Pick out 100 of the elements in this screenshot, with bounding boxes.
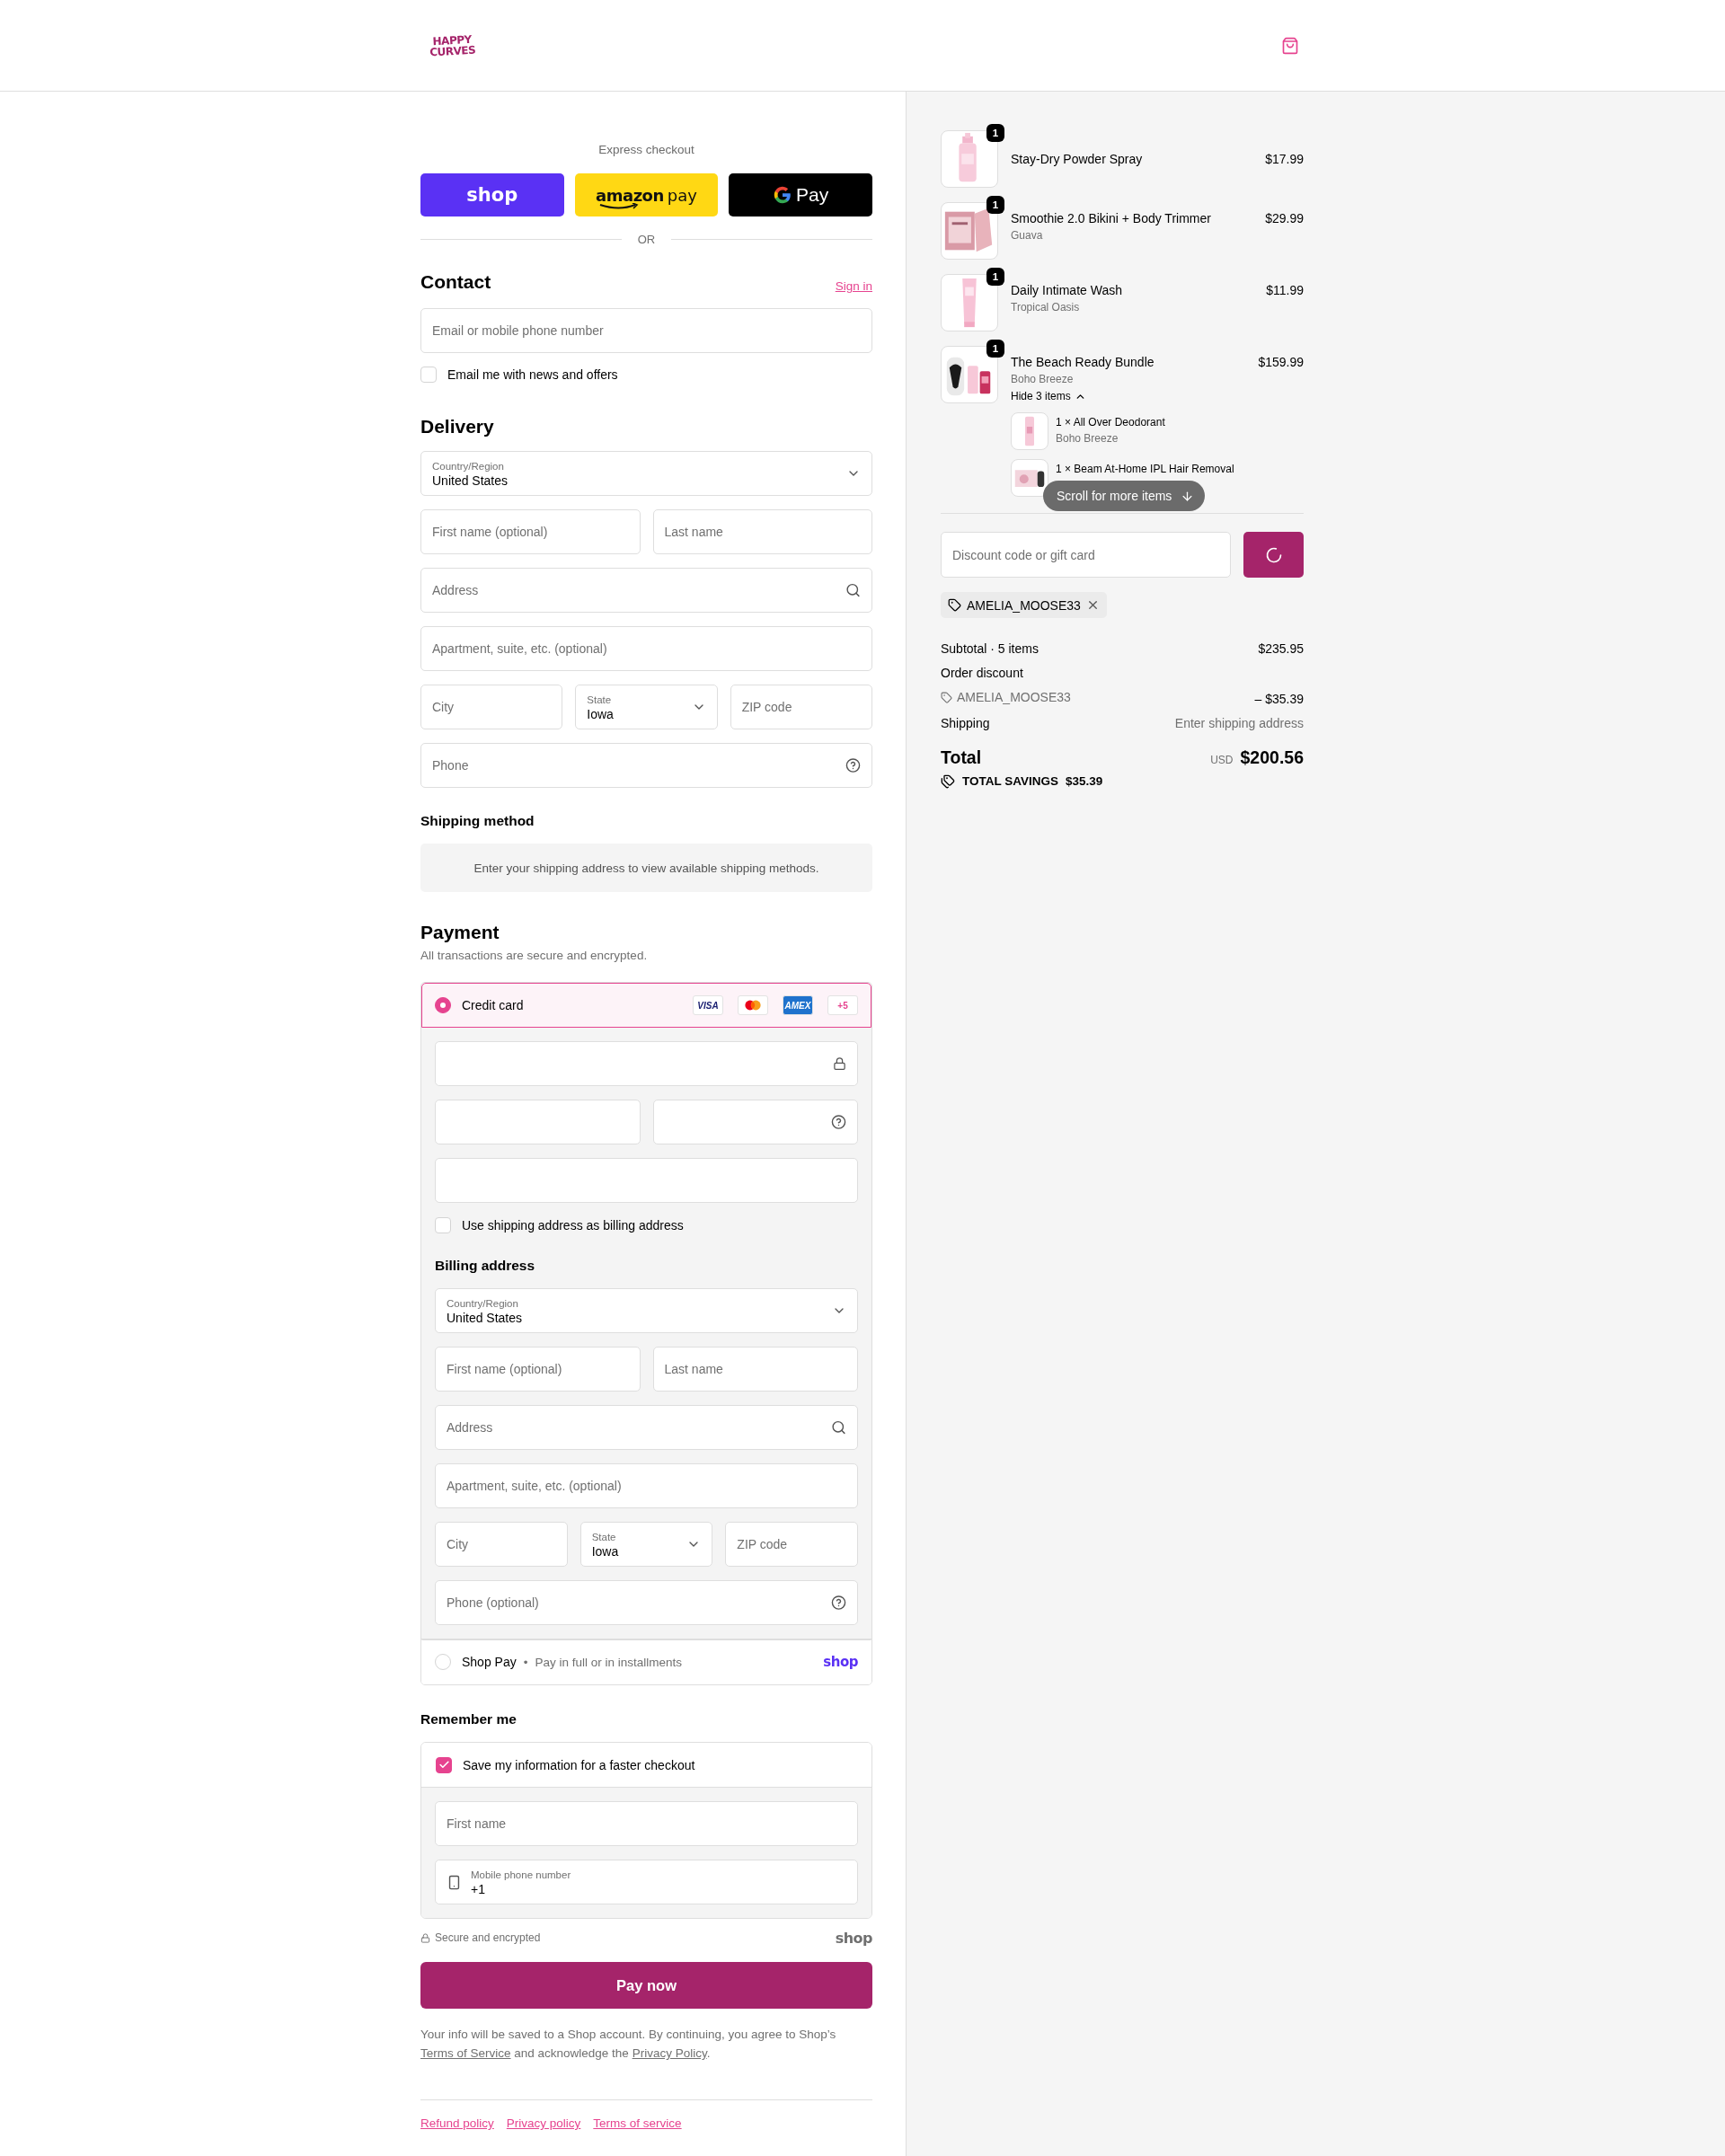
savings-label: TOTAL SAVINGS [962,774,1058,788]
total-label: Total [941,747,982,768]
footer-link[interactable]: Terms of service [593,2116,682,2130]
discount-field[interactable]: Discount code or gift card [941,532,1231,578]
privacy-link[interactable]: Privacy Policy [632,2046,707,2060]
select-field[interactable]: State Iowa [579,1522,713,1567]
bundle-item-name: 1 × Beam At-Home IPL Hair Removal [1056,462,1234,477]
product-name: Smoothie 2.0 Bikini + Body Trimmer [1011,210,1212,227]
shipping-notice: Enter your shipping address to view available shipping methods. [420,844,872,892]
shopping-bag-icon[interactable] [1281,36,1299,55]
checkbox-label: Save my information for a faster checkout [463,1756,695,1774]
input-field[interactable] [435,1100,641,1144]
input-field[interactable]: Apartment, suite, etc. (optional) [435,1463,858,1508]
help-icon [845,757,861,773]
section-heading: Contact [420,271,491,293]
total-amount: $200.56 [1240,747,1304,768]
help-icon [831,1114,846,1130]
product-variant: Guava [1011,228,1044,243]
quantity-badge: 1 [986,340,1004,358]
input-field[interactable]: Last name [652,1347,858,1392]
input-field[interactable]: ZIP code [730,685,872,729]
input-field[interactable] [652,1100,858,1144]
card-brand: VISA [693,995,723,1015]
section-heading: Remember me [420,1710,518,1728]
input-field[interactable]: Last name [652,509,872,554]
radio-button[interactable] [435,997,451,1013]
card-brand: AMEX [783,995,813,1015]
product-variant: Tropical Oasis [1011,300,1081,315]
input-field[interactable]: First name (optional) [435,1347,641,1392]
input-field[interactable] [435,1158,858,1203]
google-pay-button[interactable]: Pay [729,173,872,216]
payment-option[interactable]: Shop Pay • Pay in full or in installments shop [421,1639,871,1684]
more-brands: +5 [827,995,858,1015]
store-logo[interactable]: HAPPY CURVES [429,33,476,57]
smile-arrow-icon [599,202,640,210]
select-field[interactable]: Country/Region United States [420,451,872,496]
check-icon [438,1759,450,1771]
secure-note: Secure and encrypted [435,1931,541,1944]
quantity-badge: 1 [986,268,1004,286]
summary-value: Enter shipping address [1174,714,1304,732]
footer-link[interactable]: Refund policy [420,2116,494,2130]
shop-logo: shop [835,1929,872,1947]
input-field[interactable]: Address [435,1405,858,1450]
input-field[interactable] [435,1041,858,1086]
checkbox-label: Email me with news and offers [447,367,618,384]
footer-link[interactable]: Privacy policy [506,2116,581,2130]
terms-link[interactable]: Terms of Service [420,2046,511,2060]
section-heading: Shipping method [420,812,535,830]
input-field[interactable]: First name (optional) [420,509,641,554]
express-checkout-title: Express checkout [597,142,695,158]
input-field[interactable]: Email or mobile phone number [420,308,872,353]
input-field[interactable]: City [420,685,563,729]
input-field[interactable]: Apartment, suite, etc. (optional) [420,626,872,671]
help-icon [831,1595,846,1611]
lock-icon [833,1056,846,1071]
payment-option[interactable]: Credit card VISA AMEX +5 [421,983,871,1028]
input-field[interactable]: City [435,1522,568,1567]
checkbox-label: Use shipping address as billing address [462,1217,684,1234]
savings-amount: $35.39 [1066,774,1103,788]
card-circles-icon [738,995,768,1015]
search-icon [845,582,861,598]
summary-label: Subtotal · 5 items [941,641,1039,658]
shop-pay-button[interactable]: shop [420,173,564,216]
product-price: $11.99 [1266,282,1304,299]
summary-label: Shipping [941,714,990,732]
input-field[interactable]: Address [420,568,872,613]
discount-tag: AMELIA_MOOSE33 [941,592,1107,618]
summary-label: Order discount [941,665,1023,682]
product-name: Daily Intimate Wash [1011,282,1123,299]
product-price: $29.99 [1265,210,1304,227]
amazon-pay-button[interactable]: amazon pay [574,173,719,216]
quantity-badge: 1 [986,196,1004,214]
summary-value: – $35.39 [1254,690,1304,708]
pay-now-button[interactable]: Pay now [420,1962,872,2009]
legal-notice: Your info will be saved to a Shop account. By continuing, you agree to Shop’s Terms of Service and acknowledge the Privacy Policy. [420,2027,837,2062]
product-price: $17.99 [1265,151,1304,168]
select-field[interactable]: State Iowa [575,685,718,729]
select-field[interactable]: Country/Region United States [435,1288,858,1333]
arrow-down-icon [1181,489,1195,503]
phone-field[interactable]: Mobile phone number +1 [435,1860,858,1904]
input-field[interactable]: ZIP code [725,1522,858,1567]
summary-value: $235.95 [1258,641,1304,658]
currency: USD [1210,753,1234,766]
scroll-hint[interactable]: Scroll for more items [1043,481,1206,511]
product-name: Stay-Dry Powder Spray [1011,151,1144,168]
tags-icon [941,773,955,789]
input-field[interactable]: Phone (optional) [435,1580,858,1625]
bundle-item-name: 1 × All Over Deodorant [1056,415,1165,430]
sign-in-link[interactable]: Sign in [835,279,872,293]
apply-discount-button[interactable] [1243,532,1304,578]
phone-icon [447,1874,462,1890]
checkbox[interactable] [436,1756,452,1773]
quantity-badge: 1 [986,124,1004,142]
toggle-bundle-button[interactable]: Hide 3 items [1011,387,1086,405]
payment-subtitle: All transactions are secure and encrypted. [420,948,649,964]
product-variant: Boho Breeze [1011,372,1075,387]
section-heading: Billing address [435,1257,536,1275]
product-variant: Boho Breeze [1056,431,1119,446]
input-field[interactable]: Phone [420,743,872,788]
input-field[interactable]: First name [435,1801,858,1846]
